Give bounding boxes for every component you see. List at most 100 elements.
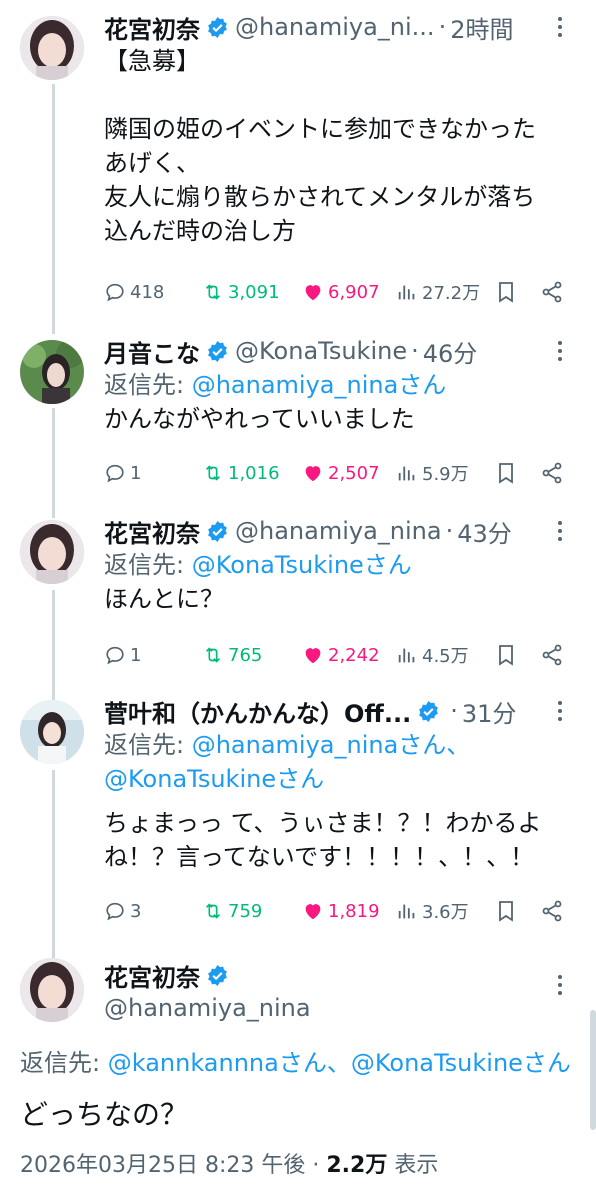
avatar[interactable]: [20, 700, 84, 764]
tweet-text: ほんとに？: [104, 585, 224, 613]
avatar[interactable]: [20, 520, 84, 584]
retweet-button[interactable]: 759: [202, 896, 262, 926]
views-count: 5.9万: [422, 464, 469, 485]
tweet-actions: 3 759 1,819 3.6万: [104, 896, 578, 926]
more-vertical-icon[interactable]: [550, 520, 570, 542]
display-name[interactable]: 花宮初奈: [104, 958, 200, 993]
bookmark-icon[interactable]: [494, 899, 518, 923]
like-count: 2,242: [328, 644, 380, 666]
reply-to-link[interactable]: @hanamiya_ninaさん: [192, 371, 447, 399]
tweet-time[interactable]: 31分: [462, 694, 517, 729]
display-name[interactable]: 花宮初奈: [104, 10, 200, 45]
retweet-icon: [205, 903, 221, 919]
share-icon[interactable]: [540, 461, 564, 485]
more-vertical-icon[interactable]: [550, 974, 570, 996]
bookmark-icon[interactable]: [494, 643, 518, 667]
like-count: 1,819: [328, 900, 380, 922]
tweet-time[interactable]: 46分: [423, 334, 478, 369]
reply-to: 返信先: @hanamiya_ninaさん: [104, 368, 578, 402]
reply-count: 1: [130, 644, 142, 666]
reply-to-label: 返信先:: [104, 731, 192, 759]
avatar[interactable]: [20, 958, 84, 1022]
reply-icon: [106, 283, 124, 302]
tweet-text: どっちなの？: [20, 1098, 189, 1131]
retweet-count: 759: [228, 900, 263, 922]
user-handle[interactable]: @hanamiya_nina: [235, 517, 442, 545]
views-icon: [398, 466, 415, 481]
retweet-count: 765: [228, 644, 263, 666]
tweet-timestamp[interactable]: 2026年03月25日 8:23 午後 ·: [20, 1153, 326, 1178]
reply-button[interactable]: 1: [104, 640, 141, 670]
reply-icon: [106, 646, 124, 665]
like-button[interactable]: 1,819: [302, 896, 380, 926]
views-count: 2.2万: [326, 1153, 388, 1178]
reply-count: 3: [130, 900, 142, 922]
tweet-actions: 418 3,091 6,907 27.2万: [104, 277, 578, 307]
tweet[interactable]: 菅叶和（かんかんな）Off... · 31分 返信先: @hanamiya_ni…: [0, 690, 596, 940]
more-vertical-icon[interactable]: [550, 700, 570, 722]
reply-to-label: 返信先:: [104, 551, 192, 579]
tweet-time[interactable]: 43分: [457, 514, 512, 549]
views-button[interactable]: 5.9万: [396, 458, 469, 488]
views-icon: [398, 648, 415, 663]
retweet-icon: [205, 647, 221, 663]
retweet-count: 1,016: [228, 462, 280, 484]
retweet-icon: [205, 284, 221, 300]
reply-to-link[interactable]: @KonaTsukineさん: [104, 765, 324, 793]
tweet-actions: 1 765 2,242 4.5万: [104, 640, 578, 670]
tweet-text: かんながやれっていいました: [104, 405, 415, 433]
like-button[interactable]: 6,907: [302, 277, 380, 307]
views-button[interactable]: 4.5万: [396, 640, 469, 670]
reply-count: 1: [130, 462, 142, 484]
user-handle[interactable]: @hanamiya_ni...: [235, 13, 435, 41]
views-count: 3.6万: [422, 902, 469, 923]
reply-to: 返信先: @hanamiya_ninaさん、 @KonaTsukineさん: [104, 728, 578, 796]
tweet[interactable]: 花宮初奈 @hanamiya_nina · 43分 返信先: @KonaTsuk…: [0, 510, 596, 690]
retweet-button[interactable]: 3,091: [202, 277, 280, 307]
reply-to-label: 返信先:: [104, 371, 192, 399]
views-button[interactable]: 3.6万: [396, 896, 469, 926]
bookmark-icon[interactable]: [494, 280, 518, 304]
views-icon: [398, 285, 415, 300]
like-count: 2,507: [328, 462, 380, 484]
reply-icon: [106, 902, 124, 921]
reply-icon: [106, 464, 124, 483]
reply-to-link[interactable]: @kannkannnaさん、@KonaTsukineさん: [108, 1049, 571, 1077]
verified-badge-icon: [208, 964, 227, 987]
scrollbar[interactable]: [590, 1010, 596, 1130]
like-button[interactable]: 2,242: [302, 640, 380, 670]
user-handle[interactable]: @hanamiya_nina: [104, 994, 311, 1022]
like-button[interactable]: 2,507: [302, 458, 380, 488]
reply-button[interactable]: 418: [104, 277, 164, 307]
bookmark-icon[interactable]: [494, 461, 518, 485]
reply-to: 返信先: @KonaTsukineさん: [104, 548, 578, 582]
tweet-text: 【急募】 隣国の姫のイベントに参加できなかった あげく、 友人に煽り散らかされて…: [104, 47, 536, 245]
like-count: 6,907: [328, 281, 380, 303]
reply-to-link[interactable]: @hanamiya_ninaさん、: [192, 731, 471, 759]
tweet[interactable]: 花宮初奈 @hanamiya_ni... · 2時間 【急募】 隣国の姫のイベン…: [0, 0, 596, 330]
reply-to-link[interactable]: @KonaTsukineさん: [192, 551, 412, 579]
display-name[interactable]: 菅叶和（かんかんな）Off...: [104, 694, 411, 729]
tweet-text: ちょまっっ て、うぃさま！？！わかるよ ね！？言ってないです！！！！、！、！: [104, 809, 542, 871]
reply-to-label: 返信先:: [20, 1049, 108, 1077]
avatar[interactable]: [20, 340, 84, 404]
reply-to: 返信先: @kannkannnaさん、@KonaTsukineさん: [20, 1043, 571, 1078]
retweet-button[interactable]: 765: [202, 640, 262, 670]
tweet[interactable]: 月音こな @KonaTsukine · 46分 返信先: @hanamiya_n…: [0, 330, 596, 510]
share-icon[interactable]: [540, 643, 564, 667]
views-button[interactable]: 27.2万: [396, 277, 480, 307]
avatar[interactable]: [20, 16, 84, 80]
retweet-button[interactable]: 1,016: [202, 458, 280, 488]
share-icon[interactable]: [540, 280, 564, 304]
views-icon: [398, 904, 415, 919]
heart-icon: [305, 904, 321, 920]
tweet-time[interactable]: 2時間: [450, 10, 513, 45]
share-icon[interactable]: [540, 899, 564, 923]
more-vertical-icon[interactable]: [550, 16, 570, 38]
display-name[interactable]: 花宮初奈: [104, 514, 200, 549]
more-vertical-icon[interactable]: [550, 340, 570, 362]
reply-button[interactable]: 1: [104, 458, 141, 488]
reply-button[interactable]: 3: [104, 896, 141, 926]
user-handle[interactable]: @KonaTsukine: [235, 337, 407, 365]
display-name[interactable]: 月音こな: [104, 334, 200, 369]
